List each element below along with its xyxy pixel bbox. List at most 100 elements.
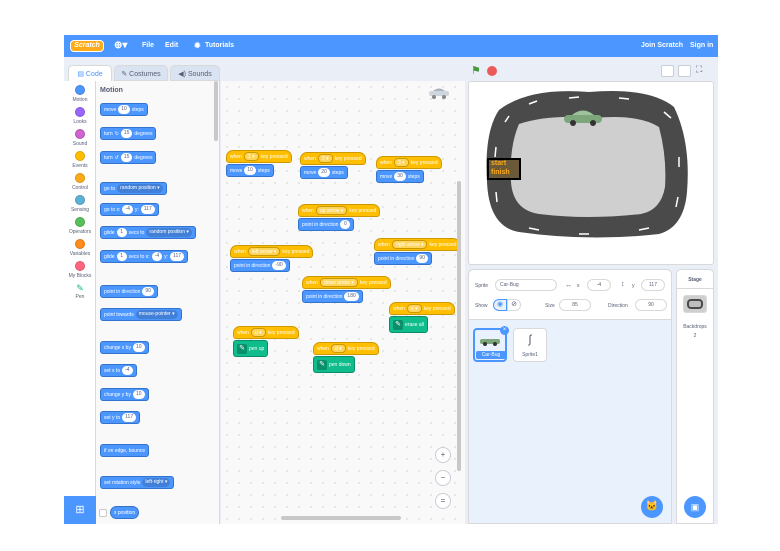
block-input[interactable]: -4 <box>122 366 133 375</box>
sprite-thumbnail-sprite1[interactable]: ʃ Sprite1 <box>513 328 547 362</box>
zoom-in-button[interactable]: + <box>435 447 451 463</box>
key-dropdown[interactable]: 2 ▾ <box>317 154 333 163</box>
block-input[interactable]: 1 <box>116 252 127 261</box>
edit-menu[interactable]: Edit <box>165 42 178 49</box>
zoom-reset-button[interactable]: = <box>435 493 451 509</box>
category-my-blocks[interactable]: My Blocks <box>64 261 96 279</box>
show-visible-toggle[interactable]: ◉ <box>493 299 507 311</box>
block-glide-to[interactable]: glide 1 secs to random position ▾ <box>100 226 196 239</box>
category-control[interactable]: Control <box>64 173 96 191</box>
block-input[interactable]: 20 <box>318 168 330 177</box>
hat-when-key-down-arrow[interactable]: when down arrow ▾ key pressed <box>302 276 391 289</box>
y-input[interactable]: 117 <box>641 279 665 291</box>
block-input[interactable]: 90 <box>416 254 428 263</box>
block-bounce[interactable]: if on edge, bounce <box>100 444 150 457</box>
block-point-towards[interactable]: point towards mouse-pointer ▾ <box>100 308 182 321</box>
add-sprite-button[interactable]: 🐱 <box>641 496 663 518</box>
key-dropdown[interactable]: down arrow ▾ <box>319 278 358 287</box>
block-turn-right[interactable]: turn ↻ 15 degrees <box>100 127 157 140</box>
tutorials-menu[interactable]: Tutorials <box>205 42 234 49</box>
category-motion[interactable]: Motion <box>64 85 96 103</box>
block-input[interactable]: 10 <box>132 390 145 399</box>
block-input[interactable]: 180 <box>344 292 359 301</box>
hat-when-key-e[interactable]: when e ▾ key pressed <box>389 302 455 315</box>
key-dropdown[interactable]: 1 ▾ <box>243 152 259 161</box>
hat-when-key-3[interactable]: when 3 ▾ key pressed <box>376 156 442 169</box>
vertical-scrollbar[interactable] <box>457 181 461 471</box>
block-point-direction[interactable]: point in direction 90 <box>100 285 158 298</box>
block-point-direction[interactable]: point in direction -90 <box>230 259 290 272</box>
block-glide-xy[interactable]: glide 1 secs to x: -4 y: 117 <box>100 250 189 263</box>
category-operators[interactable]: Operators <box>64 217 96 235</box>
sprite-name-input[interactable]: Car-Bug <box>495 279 557 291</box>
block-point-direction[interactable]: point in direction 0 <box>298 218 355 231</box>
block-move-steps[interactable]: move 20 steps <box>300 166 348 179</box>
category-sensing[interactable]: Sensing <box>64 195 96 213</box>
block-move-steps[interactable]: move 10 steps <box>100 103 148 116</box>
hat-when-key-up-arrow[interactable]: when up arrow ▾ key pressed <box>298 204 381 217</box>
stage-canvas[interactable]: start finish <box>468 81 714 265</box>
palette-scrollbar[interactable] <box>214 81 218 141</box>
hat-when-key-u[interactable]: when u ▾ key pressed <box>233 326 299 339</box>
hat-when-key-1[interactable]: when 1 ▾ key pressed <box>226 150 292 163</box>
block-input[interactable]: 10 <box>244 166 256 175</box>
category-variables[interactable]: Variables <box>64 239 96 257</box>
block-input[interactable]: 1 <box>116 228 127 237</box>
hat-when-key-left-arrow[interactable]: when left arrow ▾ key pressed <box>230 245 314 258</box>
sign-in-link[interactable]: Sign in <box>690 42 713 49</box>
file-menu[interactable]: File <box>142 42 154 49</box>
delete-sprite-icon[interactable]: × <box>500 326 509 335</box>
block-input[interactable]: 90 <box>142 287 154 296</box>
block-input[interactable]: 10 <box>132 343 145 352</box>
block-input[interactable]: 30 <box>394 172 406 181</box>
hat-when-key-2[interactable]: when 2 ▾ key pressed <box>300 152 366 165</box>
key-dropdown[interactable]: e ▾ <box>406 304 422 313</box>
tab-sounds[interactable]: ◀) Sounds <box>170 65 220 81</box>
fullscreen-icon[interactable]: ⛶ <box>696 64 702 75</box>
tab-code[interactable]: ▤ Code <box>68 65 112 81</box>
block-input[interactable]: 117 <box>122 413 137 422</box>
key-dropdown[interactable]: 3 ▾ <box>393 158 409 167</box>
hat-when-key-d[interactable]: when d ▾ key pressed <box>313 342 379 355</box>
block-dropdown[interactable]: random position ▾ <box>146 228 192 237</box>
category-pen[interactable]: ✎ Pen <box>64 283 96 300</box>
key-dropdown[interactable]: u ▾ <box>250 328 266 337</box>
block-go-to-xy[interactable]: go to x: -4 y: 117 <box>100 203 159 216</box>
block-input[interactable]: 0 <box>340 220 351 229</box>
block-input[interactable]: 10 <box>118 105 130 114</box>
block-change-y[interactable]: change y by 10 <box>100 388 149 401</box>
block-change-x[interactable]: change x by 10 <box>100 341 149 354</box>
direction-input[interactable]: 90 <box>635 299 667 311</box>
block-input[interactable]: 15 <box>120 153 133 162</box>
block-point-direction[interactable]: point in direction 90 <box>374 252 432 265</box>
category-looks[interactable]: Looks <box>64 107 96 125</box>
x-input[interactable]: -4 <box>587 279 611 291</box>
tab-costumes[interactable]: ✎ Costumes <box>114 65 168 81</box>
join-scratch-link[interactable]: Join Scratch <box>641 42 683 49</box>
block-erase-all[interactable]: ✎ erase all <box>389 316 428 333</box>
size-input[interactable]: 85 <box>559 299 591 311</box>
block-x-position[interactable]: x position <box>110 506 140 519</box>
block-dropdown[interactable]: left-right ▾ <box>142 478 171 487</box>
block-move-steps[interactable]: move 30 steps <box>376 170 424 183</box>
add-extension-button[interactable]: ⊞ <box>64 496 96 524</box>
block-point-direction[interactable]: point in direction 180 <box>302 290 363 303</box>
globe-icon[interactable]: ⊕▾ <box>114 40 127 51</box>
small-stage-icon[interactable] <box>661 65 674 77</box>
green-flag-icon[interactable]: ⚑ <box>471 64 481 77</box>
hat-when-key-right-arrow[interactable]: when right arrow ▾ key pressed <box>374 238 461 251</box>
block-input[interactable]: -4 <box>122 205 133 214</box>
block-dropdown[interactable]: mouse-pointer ▾ <box>135 310 178 319</box>
sprite-thumbnail-car-bug[interactable]: Car-Bug × <box>473 326 509 362</box>
add-backdrop-button[interactable]: ▣ <box>684 496 706 518</box>
block-dropdown[interactable]: random position ▾ <box>117 184 163 193</box>
scratch-logo[interactable]: Scratch <box>70 40 104 52</box>
key-dropdown[interactable]: right arrow ▾ <box>391 240 428 249</box>
key-dropdown[interactable]: d ▾ <box>330 344 346 353</box>
block-input[interactable]: -90 <box>272 261 286 270</box>
block-input[interactable]: 117 <box>140 205 155 214</box>
x-position-checkbox[interactable] <box>99 509 107 517</box>
block-input[interactable]: 15 <box>120 129 133 138</box>
block-input[interactable]: -4 <box>151 252 163 261</box>
block-turn-left[interactable]: turn ↺ 15 degrees <box>100 151 157 164</box>
